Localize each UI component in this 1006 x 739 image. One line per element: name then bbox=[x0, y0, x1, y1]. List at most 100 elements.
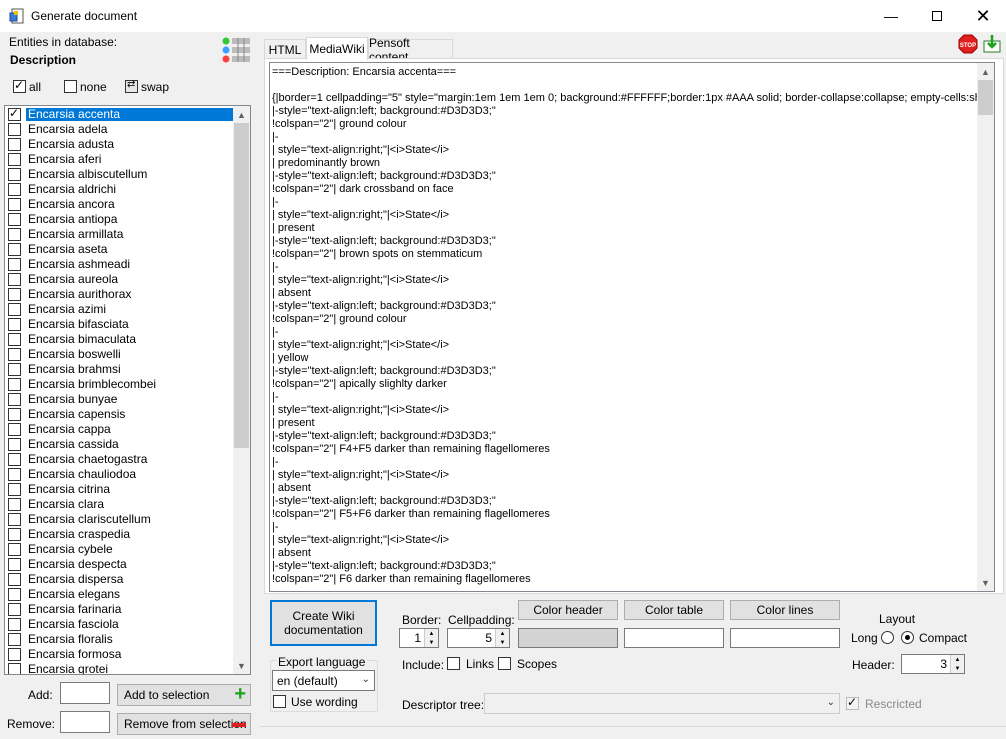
close-button[interactable]: ✕ bbox=[960, 0, 1006, 32]
list-item-checkbox[interactable] bbox=[8, 468, 21, 481]
layout-compact-radio[interactable] bbox=[901, 631, 914, 644]
spin-down-icon[interactable]: ▼ bbox=[950, 664, 964, 673]
list-item-checkbox[interactable] bbox=[8, 453, 21, 466]
list-item-checkbox[interactable] bbox=[8, 558, 21, 571]
code-scrollbar[interactable]: ▲ ▼ bbox=[977, 63, 994, 591]
list-item-checkbox[interactable] bbox=[8, 618, 21, 631]
add-to-selection-button[interactable]: Add to selection + bbox=[117, 683, 251, 706]
tab-mediawiki[interactable]: MediaWiki bbox=[306, 37, 368, 60]
list-item[interactable]: Encarsia citrina bbox=[6, 482, 234, 497]
list-item-checkbox[interactable] bbox=[8, 168, 21, 181]
list-item[interactable]: Encarsia ancora bbox=[6, 197, 234, 212]
header-spinner[interactable]: 3 ▲ ▼ bbox=[901, 654, 965, 674]
list-scroll-thumb[interactable] bbox=[234, 123, 249, 448]
list-item-checkbox[interactable] bbox=[8, 603, 21, 616]
border-spinner[interactable]: 1 ▲ ▼ bbox=[399, 628, 439, 648]
list-item[interactable]: Encarsia armillata bbox=[6, 227, 234, 242]
list-item-checkbox[interactable] bbox=[8, 153, 21, 166]
list-item-checkbox[interactable] bbox=[8, 483, 21, 496]
list-item[interactable]: Encarsia chauliodoa bbox=[6, 467, 234, 482]
list-item-checkbox[interactable] bbox=[8, 663, 21, 674]
list-item-checkbox[interactable] bbox=[8, 348, 21, 361]
scroll-up-icon[interactable]: ▲ bbox=[233, 106, 250, 123]
list-item[interactable]: Encarsia aldrichi bbox=[6, 182, 234, 197]
list-item[interactable]: Encarsia farinaria bbox=[6, 602, 234, 617]
list-item[interactable]: Encarsia cappa bbox=[6, 422, 234, 437]
list-item[interactable]: Encarsia formosa bbox=[6, 647, 234, 662]
list-item-checkbox[interactable] bbox=[8, 648, 21, 661]
list-item-checkbox[interactable] bbox=[8, 378, 21, 391]
list-item[interactable]: Encarsia albiscutellum bbox=[6, 167, 234, 182]
entity-list[interactable]: Encarsia accentaEncarsia adelaEncarsia a… bbox=[4, 105, 251, 675]
list-item[interactable]: Encarsia bimaculata bbox=[6, 332, 234, 347]
spin-up-icon[interactable]: ▲ bbox=[424, 629, 438, 638]
list-item-checkbox[interactable] bbox=[8, 183, 21, 196]
export-icon[interactable] bbox=[982, 34, 1002, 54]
list-item-checkbox[interactable] bbox=[8, 363, 21, 376]
list-item-checkbox[interactable] bbox=[8, 138, 21, 151]
list-item[interactable]: Encarsia adusta bbox=[6, 137, 234, 152]
list-item[interactable]: Encarsia chaetogastra bbox=[6, 452, 234, 467]
list-item[interactable]: Encarsia clara bbox=[6, 497, 234, 512]
list-item[interactable]: Encarsia bunyae bbox=[6, 392, 234, 407]
tab-html[interactable]: HTML bbox=[264, 39, 306, 59]
list-item-checkbox[interactable] bbox=[8, 303, 21, 316]
list-item-checkbox[interactable] bbox=[8, 228, 21, 241]
list-item-checkbox[interactable] bbox=[8, 543, 21, 556]
list-item-checkbox[interactable] bbox=[8, 588, 21, 601]
remove-from-selection-button[interactable]: Remove from selection bbox=[117, 713, 251, 735]
cellpadding-spinner[interactable]: 5 ▲ ▼ bbox=[447, 628, 510, 648]
links-checkbox[interactable] bbox=[447, 657, 460, 670]
list-item-checkbox[interactable] bbox=[8, 198, 21, 211]
list-scrollbar[interactable]: ▲ ▼ bbox=[233, 106, 250, 674]
list-item-checkbox[interactable] bbox=[8, 288, 21, 301]
list-item[interactable]: Encarsia boswelli bbox=[6, 347, 234, 362]
scopes-checkbox[interactable] bbox=[498, 657, 511, 670]
mediawiki-output-textarea[interactable]: ===Description: Encarsia accenta=== {|bor… bbox=[269, 62, 995, 592]
create-wiki-documentation-button[interactable]: Create Wiki documentation bbox=[270, 600, 377, 646]
color-header-button[interactable]: Color header bbox=[518, 600, 618, 620]
list-item[interactable]: Encarsia fasciola bbox=[6, 617, 234, 632]
list-item[interactable]: Encarsia brimblecombei bbox=[6, 377, 234, 392]
list-item-checkbox[interactable] bbox=[8, 393, 21, 406]
list-item-checkbox[interactable] bbox=[8, 423, 21, 436]
all-checkbox[interactable] bbox=[13, 78, 26, 93]
list-item-checkbox[interactable] bbox=[8, 273, 21, 286]
list-item[interactable]: Encarsia antiopa bbox=[6, 212, 234, 227]
list-item-checkbox[interactable] bbox=[8, 333, 21, 346]
spin-up-icon[interactable]: ▲ bbox=[495, 629, 509, 638]
maximize-button[interactable] bbox=[914, 0, 960, 32]
list-item[interactable]: Encarsia aureola bbox=[6, 272, 234, 287]
list-item-checkbox[interactable] bbox=[8, 528, 21, 541]
tab-pensoft-content[interactable]: Pensoft content bbox=[368, 36, 453, 64]
list-item[interactable]: Encarsia aurithorax bbox=[6, 287, 234, 302]
none-checkbox[interactable] bbox=[64, 80, 77, 93]
list-item-checkbox[interactable] bbox=[8, 438, 21, 451]
list-item[interactable]: Encarsia brahmsi bbox=[6, 362, 234, 377]
swap-checkbox[interactable]: ⇄ bbox=[125, 79, 138, 93]
color-table-button[interactable]: Color table bbox=[624, 600, 724, 620]
list-item-checkbox[interactable] bbox=[8, 633, 21, 646]
list-item[interactable]: Encarsia despecta bbox=[6, 557, 234, 572]
list-item[interactable]: Encarsia adela bbox=[6, 122, 234, 137]
list-item[interactable]: Encarsia cybele bbox=[6, 542, 234, 557]
list-item-checkbox[interactable] bbox=[8, 243, 21, 256]
list-item[interactable]: Encarsia accenta bbox=[6, 106, 234, 122]
list-item[interactable]: Encarsia ashmeadi bbox=[6, 257, 234, 272]
list-item-checkbox[interactable] bbox=[8, 513, 21, 526]
color-lines-button[interactable]: Color lines bbox=[730, 600, 840, 620]
list-item[interactable]: Encarsia craspedia bbox=[6, 527, 234, 542]
list-item[interactable]: Encarsia azimi bbox=[6, 302, 234, 317]
scroll-up-icon[interactable]: ▲ bbox=[977, 63, 994, 80]
list-item[interactable]: Encarsia clariscutellum bbox=[6, 512, 234, 527]
list-item[interactable]: Encarsia floralis bbox=[6, 632, 234, 647]
list-item[interactable]: Encarsia cassida bbox=[6, 437, 234, 452]
stop-icon[interactable]: STOP bbox=[958, 34, 978, 54]
list-item[interactable]: Encarsia elegans bbox=[6, 587, 234, 602]
remove-input[interactable] bbox=[60, 711, 110, 733]
list-item-checkbox[interactable] bbox=[8, 498, 21, 511]
spin-up-icon[interactable]: ▲ bbox=[950, 655, 964, 664]
scroll-down-icon[interactable]: ▼ bbox=[233, 657, 250, 674]
list-item[interactable]: Encarsia dispersa bbox=[6, 572, 234, 587]
add-input[interactable] bbox=[60, 682, 110, 704]
